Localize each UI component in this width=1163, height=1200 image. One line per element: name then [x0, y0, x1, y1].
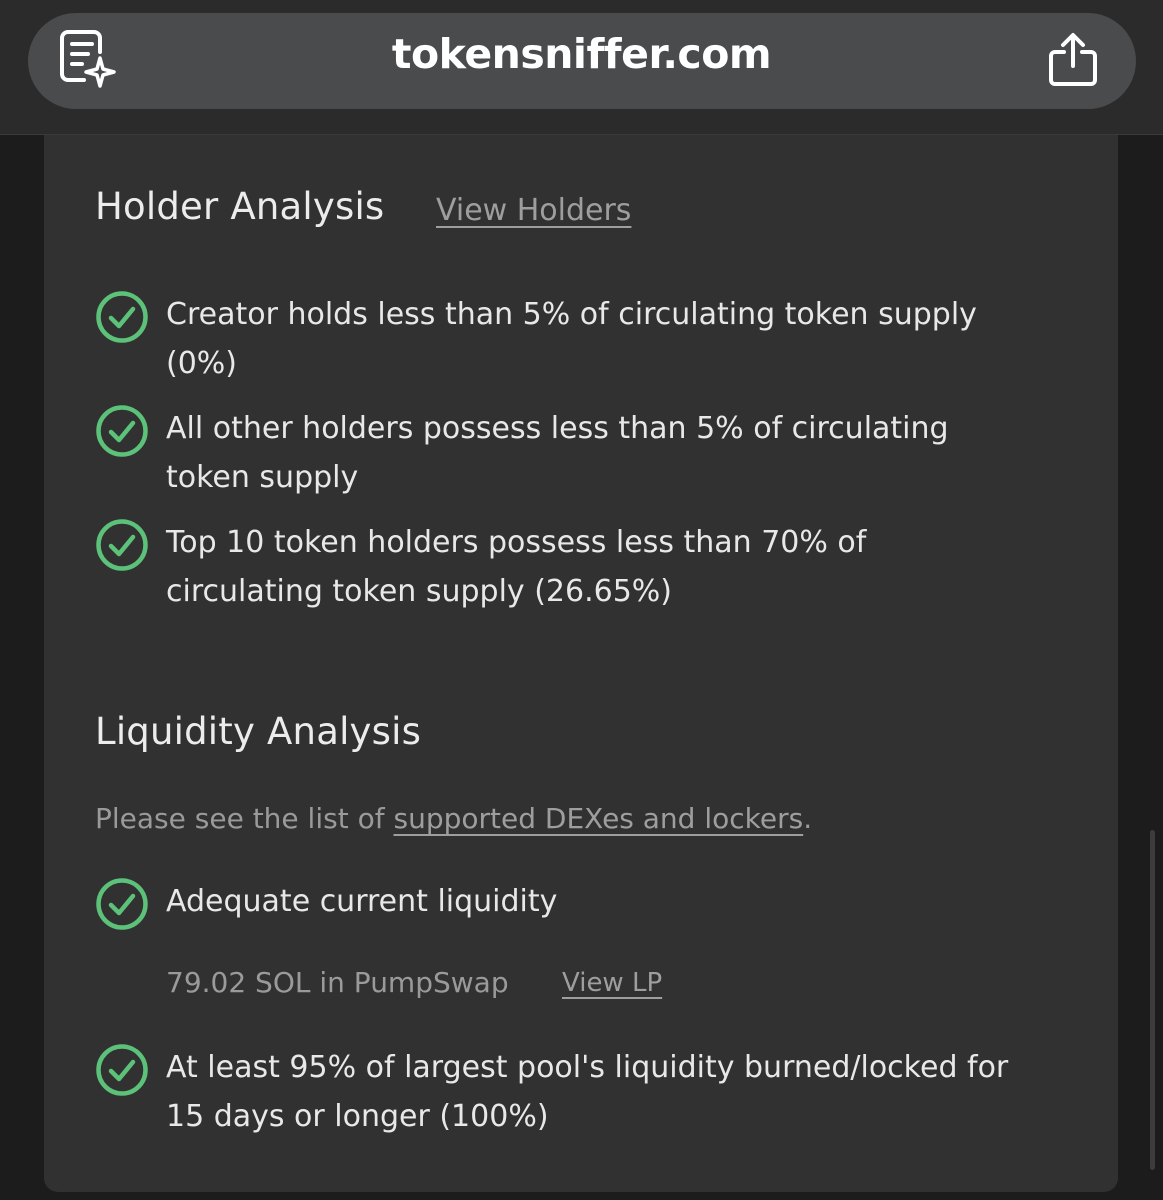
check-text: At least 95% of largest pool's liquidity…: [166, 1043, 1086, 1141]
check-text: Adequate current liquidity: [166, 877, 1086, 926]
check-text: All other holders possess less than 5% o…: [166, 404, 1086, 502]
dex-note: Please see the list of supported DEXes a…: [95, 802, 812, 835]
browser-toolbar: tokensniffer.com: [0, 0, 1163, 135]
check-circle-icon: [96, 1044, 148, 1096]
pool-text: 79.02 SOL in PumpSwap: [166, 966, 509, 999]
dex-note-prefix: Please see the list of: [95, 802, 394, 835]
check-circle-icon: [96, 291, 148, 343]
supported-dexes-link[interactable]: supported DEXes and lockers: [393, 802, 803, 835]
check-line: circulating token supply (26.65%): [166, 574, 673, 609]
dex-note-suffix: .: [803, 802, 813, 835]
check-line: Top 10 token holders possess less than 7…: [166, 525, 867, 560]
check-line: Adequate current liquidity: [166, 884, 558, 919]
check-line: token supply: [166, 460, 359, 495]
check-text: Creator holds less than 5% of circulatin…: [166, 290, 1086, 388]
view-holders-link[interactable]: View Holders: [436, 193, 631, 228]
liquidity-analysis-title: Liquidity Analysis: [95, 710, 422, 753]
check-text: Top 10 token holders possess less than 7…: [166, 518, 1086, 616]
check-circle-icon: [96, 519, 148, 571]
check-line: Creator holds less than 5% of circulatin…: [166, 297, 977, 332]
view-lp-link[interactable]: View LP: [562, 968, 662, 998]
check-line: (0%): [166, 346, 238, 381]
holder-analysis-title: Holder Analysis: [95, 185, 385, 228]
scrollbar[interactable]: [1150, 830, 1155, 1170]
share-icon[interactable]: [1047, 32, 1099, 88]
check-line: 15 days or longer (100%): [166, 1099, 549, 1134]
url-text[interactable]: tokensniffer.com: [0, 30, 1163, 78]
check-line: All other holders possess less than 5% o…: [166, 411, 949, 446]
check-circle-icon: [96, 405, 148, 457]
check-circle-icon: [96, 878, 148, 930]
check-line: At least 95% of largest pool's liquidity…: [166, 1050, 1009, 1085]
